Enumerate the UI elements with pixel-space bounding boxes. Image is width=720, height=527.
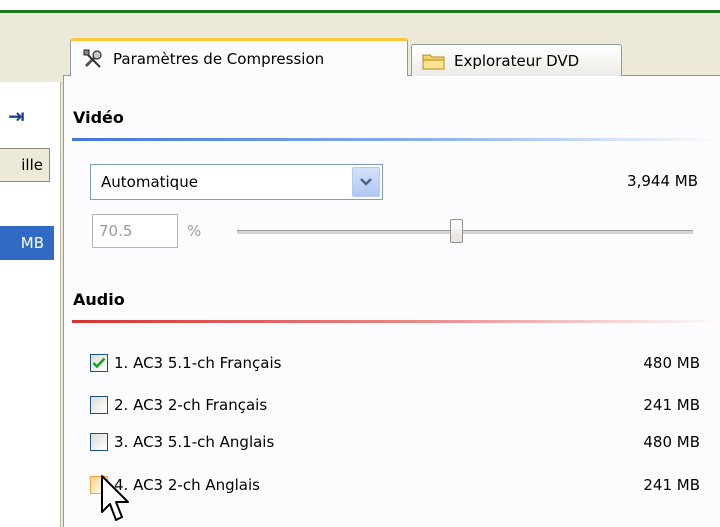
- title-accent-line: [0, 10, 720, 13]
- audio-track-size: 241 MB: [643, 476, 700, 494]
- mouse-pointer-icon: [101, 475, 129, 521]
- folder-icon: [422, 50, 446, 72]
- audio-track-row[interactable]: 2. AC3 2-ch Français 241 MB: [90, 388, 700, 422]
- quality-slider-thumb[interactable]: [449, 219, 463, 243]
- tab-compression-settings[interactable]: Paramètres de Compression: [70, 38, 408, 76]
- audio-track-label: 1. AC3 5.1-ch Français: [114, 354, 282, 372]
- column-glyph-icon[interactable]: ⇥: [8, 106, 30, 126]
- audio-track-checkbox[interactable]: [90, 354, 108, 372]
- tab-dvd-explorer[interactable]: Explorateur DVD: [411, 44, 622, 76]
- quality-slider-track[interactable]: [237, 230, 693, 235]
- audio-track-row[interactable]: 1. AC3 5.1-ch Français 480 MB: [90, 346, 700, 380]
- tab-label: Paramètres de Compression: [113, 49, 325, 68]
- selected-row-size[interactable]: MB: [0, 226, 54, 260]
- tab-label: Explorateur DVD: [454, 51, 580, 70]
- audio-track-checkbox[interactable]: [90, 396, 108, 414]
- compression-panel: [63, 75, 720, 527]
- audio-track-row[interactable]: 3. AC3 5.1-ch Anglais 480 MB: [90, 425, 700, 459]
- audio-track-row[interactable]: 4. AC3 2-ch Anglais 241 MB: [90, 468, 700, 502]
- video-size: 3,944 MB: [627, 172, 698, 190]
- audio-track-label: 2. AC3 2-ch Français: [114, 396, 268, 414]
- audio-section-title: Audio: [73, 290, 125, 309]
- audio-track-label: 3. AC3 5.1-ch Anglais: [114, 433, 275, 451]
- gear-tools-icon: [81, 48, 105, 70]
- chevron-down-icon[interactable]: [352, 167, 380, 197]
- audio-track-label: 4. AC3 2-ch Anglais: [114, 476, 260, 494]
- video-section-title: Vidéo: [73, 108, 124, 127]
- video-section-rule: [72, 138, 720, 141]
- audio-track-size: 241 MB: [643, 396, 700, 414]
- video-mode-select[interactable]: Automatique: [90, 164, 383, 200]
- percent-symbol: %: [187, 222, 202, 240]
- top-band: [0, 0, 720, 10]
- audio-track-size: 480 MB: [643, 433, 700, 451]
- audio-section-rule: [72, 320, 720, 323]
- audio-track-checkbox[interactable]: [90, 433, 108, 451]
- video-mode-value: Automatique: [101, 173, 198, 191]
- audio-track-size: 480 MB: [643, 354, 700, 372]
- quality-percent-input[interactable]: 70.5: [92, 214, 178, 248]
- column-header-size[interactable]: ille: [0, 148, 50, 182]
